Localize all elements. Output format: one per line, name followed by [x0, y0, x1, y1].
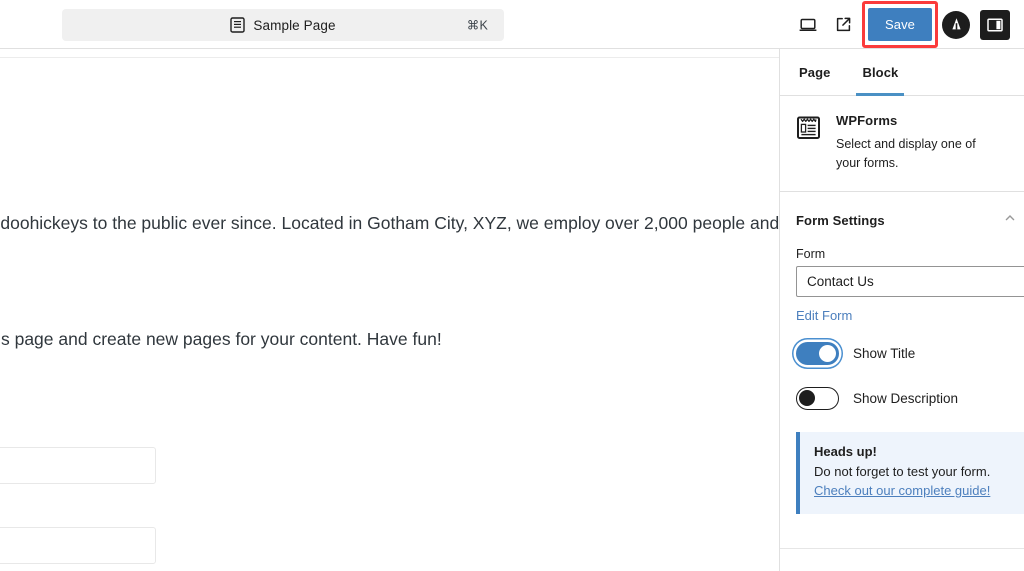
- desktop-preview-icon: [798, 15, 818, 35]
- block-description: Select and display one of your forms.: [836, 137, 976, 170]
- save-button-wrapper: Save: [861, 1, 938, 48]
- form-select-row: Contact Us: [780, 266, 1024, 297]
- notice-guide-link[interactable]: Check out our complete guide!: [814, 483, 990, 498]
- sidebar-bottom-divider: [780, 548, 1024, 549]
- edit-form-link[interactable]: Edit Form: [780, 297, 1024, 323]
- notice-text: Do not forget to test your form.: [814, 464, 991, 479]
- save-button[interactable]: Save: [867, 8, 932, 41]
- command-bar-content: Sample Page: [230, 17, 335, 33]
- external-link-icon: [834, 15, 853, 34]
- block-title: WPForms: [836, 113, 898, 128]
- notice-title: Heads up!: [814, 444, 877, 459]
- form-settings-header[interactable]: Form Settings: [780, 192, 1024, 243]
- canvas-divider: [0, 57, 779, 58]
- desktop-preview-button[interactable]: [790, 7, 826, 43]
- document-icon: [230, 17, 246, 33]
- editor-toolbar: Sample Page ⌘K Save: [0, 0, 1024, 49]
- show-title-toggle[interactable]: [796, 342, 839, 365]
- show-description-label: Show Description: [853, 391, 959, 406]
- form-select[interactable]: Contact Us: [796, 266, 1024, 297]
- user-avatar-icon[interactable]: [942, 10, 970, 39]
- command-bar-shortcut: ⌘K: [466, 18, 488, 33]
- chevron-up-icon: [1004, 211, 1016, 229]
- show-description-row: Show Description: [780, 365, 1024, 410]
- settings-sidebar: Page Block WPForms Select and display on…: [779, 49, 1024, 571]
- show-title-label: Show Title: [853, 346, 916, 361]
- toggle-knob: [819, 345, 836, 362]
- paragraph-block-2[interactable]: As a new WordPress user, you should go t…: [0, 325, 442, 353]
- form-settings-title: Form Settings: [796, 212, 885, 228]
- show-title-row: Show Title: [780, 323, 1024, 365]
- form-field-input-2[interactable]: [0, 527, 156, 564]
- show-description-toggle[interactable]: [796, 387, 839, 410]
- wpforms-clipboard-icon: [796, 115, 821, 140]
- form-select-label: Form: [796, 247, 826, 261]
- view-page-button[interactable]: [826, 7, 862, 43]
- block-info-text: WPForms Select and display one of your f…: [836, 113, 988, 173]
- sidebar-tabs: Page Block: [780, 49, 1024, 96]
- clipped-paragraph-top: sales, and our team has been providing t…: [0, 49, 779, 57]
- editor-canvas[interactable]: sales, and our team has been providing t…: [0, 49, 779, 571]
- heads-up-notice: Heads up! Do not forget to test your for…: [796, 432, 1024, 514]
- tab-page[interactable]: Page: [783, 49, 846, 95]
- toolbar-actions: Save: [790, 0, 1010, 49]
- command-bar[interactable]: Sample Page ⌘K: [62, 9, 504, 41]
- command-bar-title: Sample Page: [253, 17, 336, 33]
- form-settings-panel: Form Settings Form Contact Us Edit Form …: [780, 192, 1024, 514]
- page-editor-window: Sample Page ⌘K Save doohickeys to the pu…: [0, 0, 1024, 571]
- sidebar-panel-toggle-icon[interactable]: [980, 9, 1010, 40]
- toggle-knob: [799, 390, 815, 406]
- tab-block[interactable]: Block: [846, 49, 914, 96]
- block-info-card: WPForms Select and display one of your f…: [780, 96, 1024, 192]
- paragraph-block-1[interactable]: Our company was founded in 1984, and we …: [0, 209, 779, 237]
- form-field-input-1[interactable]: [0, 447, 156, 484]
